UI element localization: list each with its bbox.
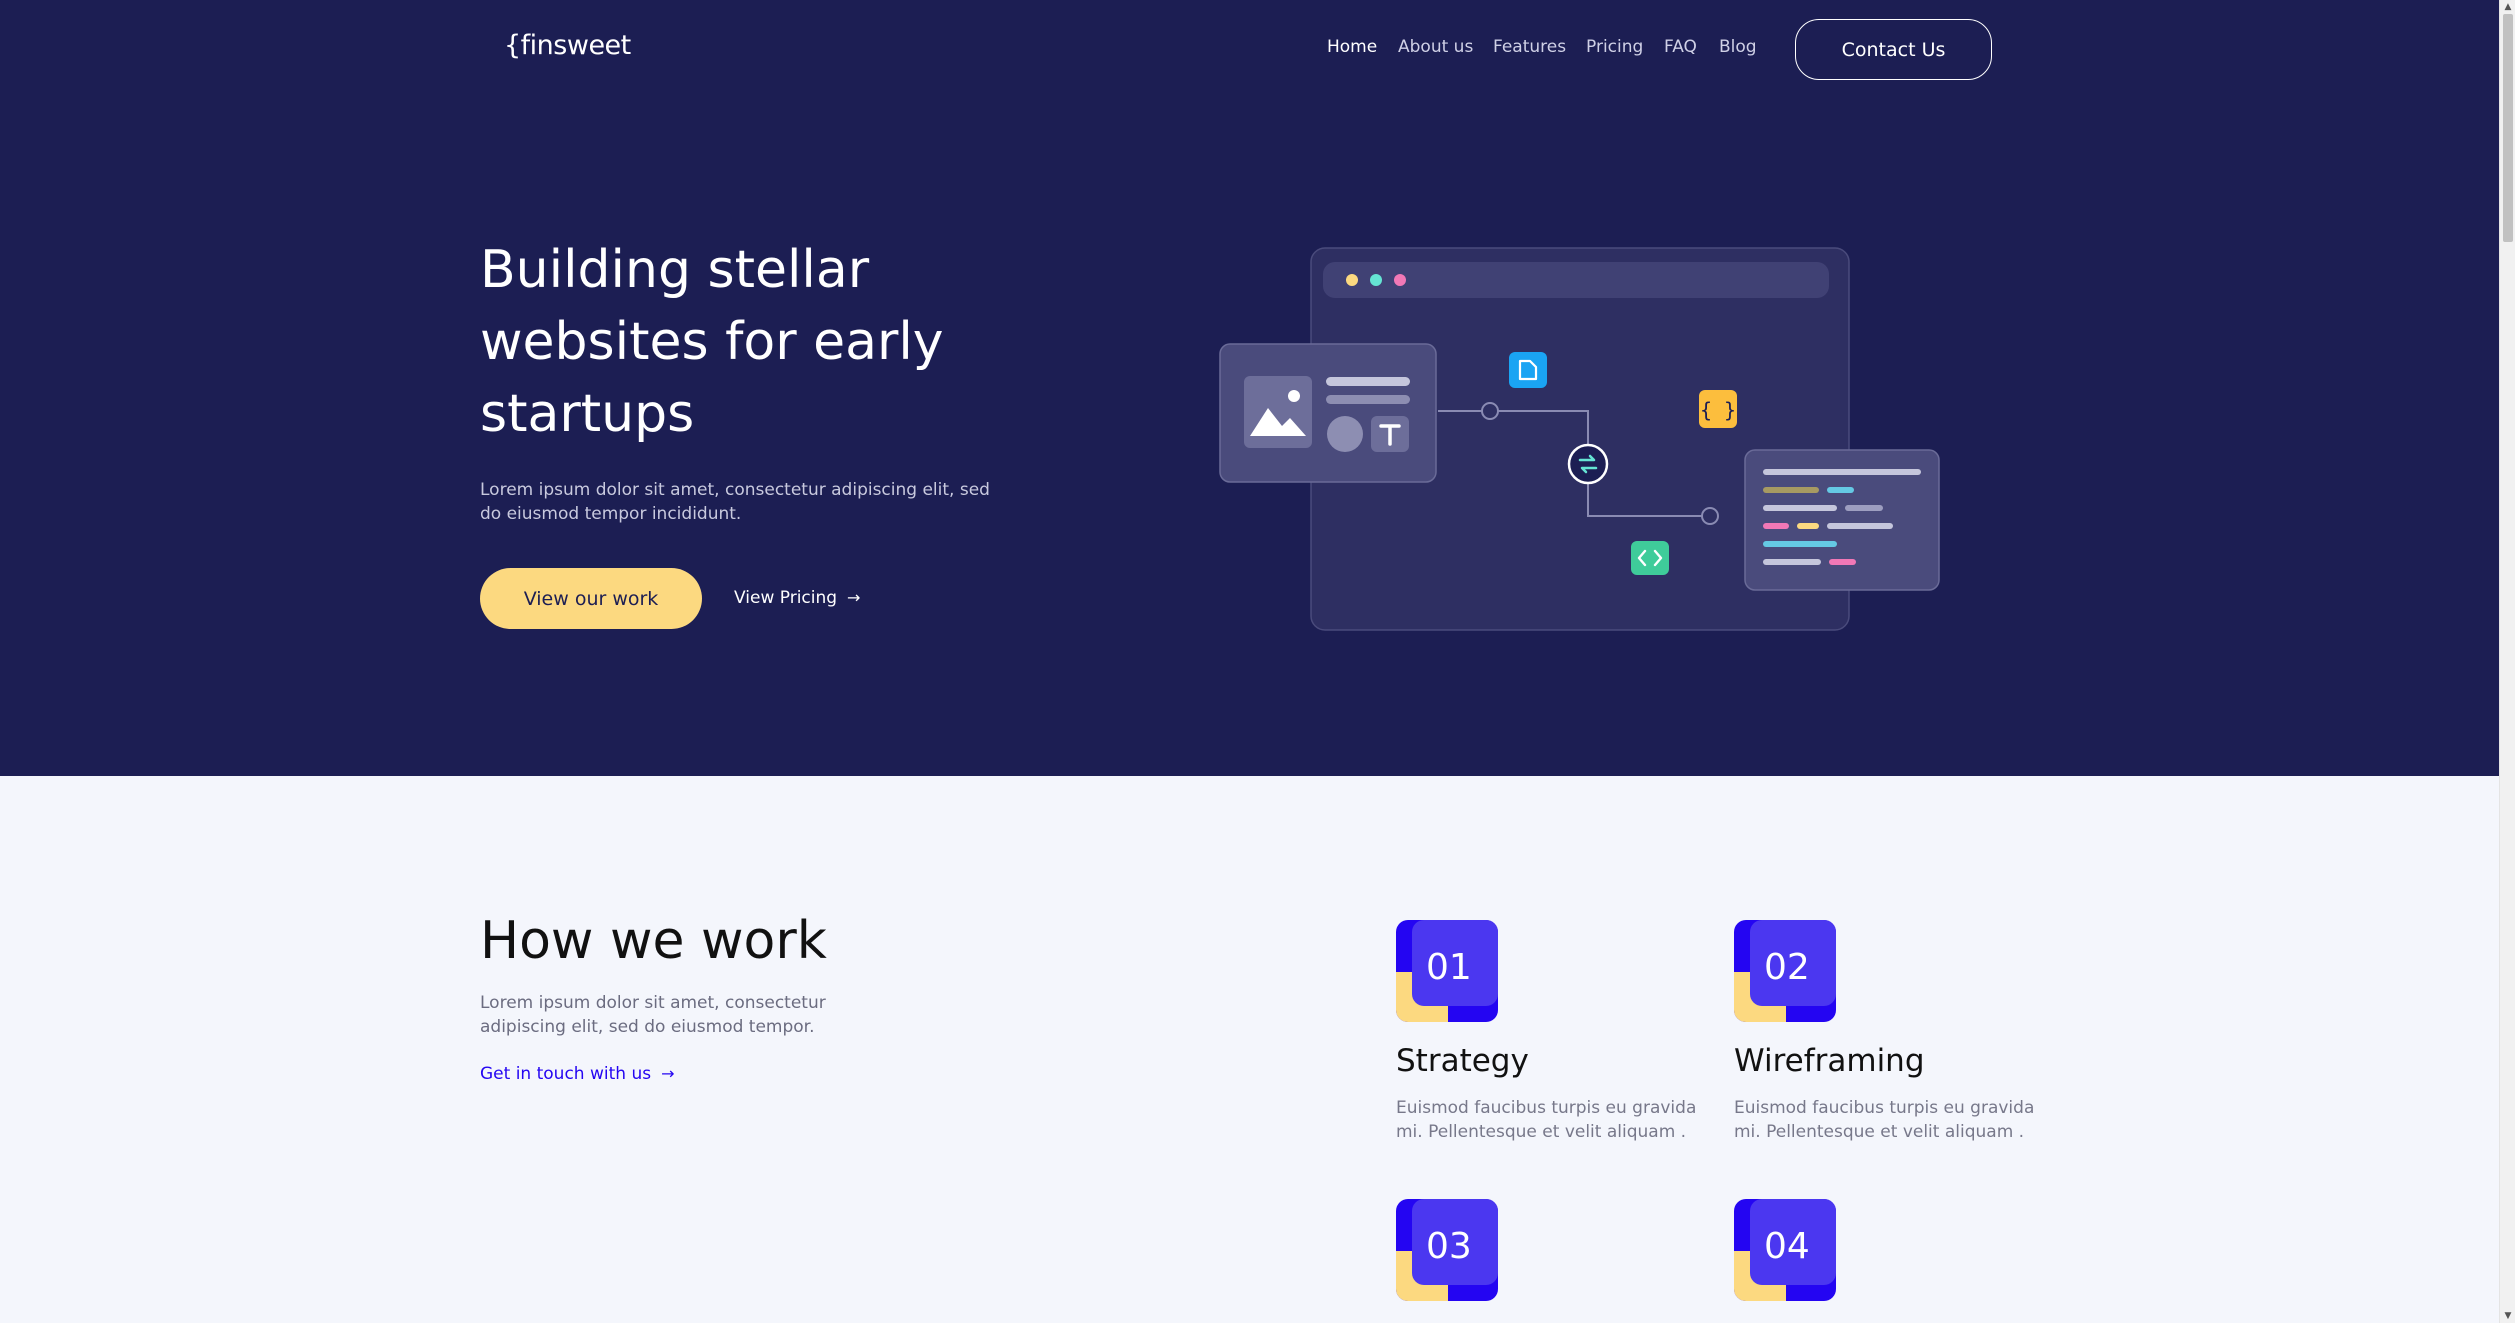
- nav-blog[interactable]: Blog: [1719, 37, 1757, 57]
- window-dot-yellow: [1346, 274, 1358, 286]
- image-icon: [1244, 376, 1312, 448]
- step-description: Euismod faucibus turpis eu gravida mi. P…: [1396, 1098, 1697, 1142]
- svg-text:{ }: { }: [1700, 398, 1736, 422]
- get-in-touch-link[interactable]: Get in touch with us →: [480, 1064, 674, 1084]
- step-number: 03: [1426, 1226, 1472, 1267]
- hero-title: Building stellar websites for early star…: [480, 240, 944, 444]
- code-line: [1763, 487, 1819, 493]
- step-description: Euismod faucibus turpis eu gravida mi. P…: [1734, 1098, 2035, 1142]
- step-title: Strategy: [1396, 1043, 1529, 1079]
- step-badge: 03: [1396, 1199, 1498, 1301]
- nav-pricing[interactable]: Pricing: [1586, 37, 1643, 57]
- code-line: [1763, 505, 1837, 511]
- scrollbar-thumb[interactable]: [2503, 14, 2513, 242]
- code-line: [1829, 559, 1856, 565]
- step-badge: 02: [1734, 920, 1836, 1022]
- connector-node-top: [1481, 402, 1499, 420]
- step-number: 02: [1764, 947, 1810, 988]
- arrow-right-icon: →: [661, 1064, 675, 1083]
- how-subtitle: Lorem ipsum dolor sit amet, consectetur …: [480, 993, 826, 1037]
- step-badge: 01: [1396, 920, 1498, 1022]
- code-line: [1763, 541, 1837, 547]
- step-card: 01 Strategy Euismod faucibus turpis eu g…: [1396, 920, 1716, 1142]
- step-card: 04: [1734, 1199, 2054, 1301]
- code-line: [1827, 487, 1854, 493]
- step-number: 04: [1764, 1226, 1810, 1267]
- hero-subtitle: Lorem ipsum dolor sit amet, consectetur …: [480, 480, 990, 524]
- media-avatar-circle: [1327, 416, 1363, 452]
- view-our-work-button[interactable]: View our work: [480, 568, 702, 629]
- code-line: [1845, 505, 1883, 511]
- get-in-touch-label: Get in touch with us: [480, 1064, 652, 1084]
- logo[interactable]: {finsweet: [504, 30, 631, 61]
- hero-illustration: { }: [1219, 247, 1940, 631]
- code-line: [1763, 559, 1821, 565]
- hero-section: {finsweet Home About us Features Pricing…: [0, 0, 2499, 776]
- arrow-right-icon: →: [847, 588, 861, 607]
- nav-faq[interactable]: FAQ: [1664, 37, 1697, 57]
- step-number: 01: [1426, 947, 1472, 988]
- scroll-down-icon[interactable]: ▼: [2503, 1311, 2513, 1321]
- code-line: [1763, 523, 1789, 529]
- how-title: How we work: [480, 911, 827, 971]
- scroll-up-icon[interactable]: ▲: [2503, 2, 2513, 12]
- nav-home[interactable]: Home: [1327, 37, 1377, 57]
- step-title: Wireframing: [1734, 1043, 1925, 1079]
- sync-icon: [1567, 443, 1609, 485]
- code-line: [1763, 469, 1921, 475]
- window-dot-teal: [1370, 274, 1382, 286]
- step-card: 03: [1396, 1199, 1716, 1301]
- curly-braces-icon: { }: [1699, 390, 1737, 428]
- text-icon: [1371, 416, 1409, 452]
- code-line: [1797, 523, 1819, 529]
- view-pricing-label: View Pricing: [734, 588, 838, 608]
- media-line-1: [1326, 377, 1410, 386]
- code-icon: [1631, 541, 1669, 575]
- step-badge: 04: [1734, 1199, 1836, 1301]
- file-icon: [1509, 352, 1547, 388]
- code-line: [1827, 523, 1893, 529]
- nav-features[interactable]: Features: [1493, 37, 1566, 57]
- contact-us-button[interactable]: Contact Us: [1795, 19, 1992, 80]
- window-dot-pink: [1394, 274, 1406, 286]
- view-pricing-link[interactable]: View Pricing →: [734, 588, 860, 608]
- step-card: 02 Wireframing Euismod faucibus turpis e…: [1734, 920, 2054, 1142]
- media-line-2: [1326, 395, 1410, 404]
- connector-node-bottom: [1701, 507, 1719, 525]
- nav-about[interactable]: About us: [1398, 37, 1473, 57]
- vertical-scrollbar[interactable]: ▲ ▼: [2499, 0, 2515, 1323]
